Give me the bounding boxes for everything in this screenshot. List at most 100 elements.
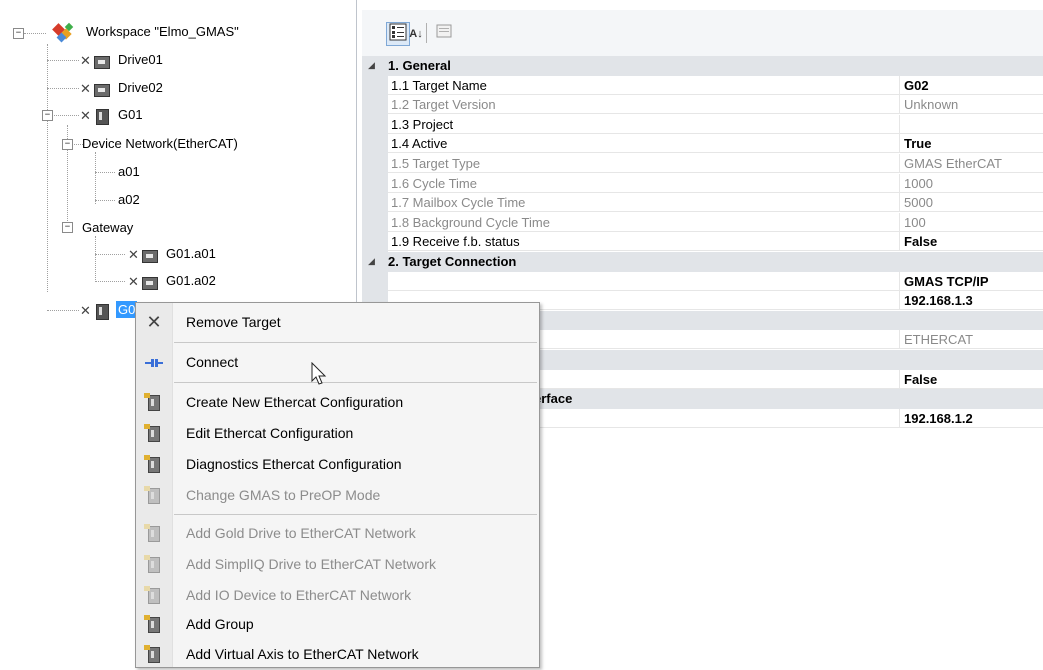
menu-item-diagnostics-ethercat-configuration[interactable]: Diagnostics Ethercat Configuration — [136, 449, 539, 480]
menu-item-add-group[interactable]: Add Group — [136, 609, 539, 640]
workspace-icon — [52, 22, 76, 43]
menu-item-label: Create New Ethercat Configuration — [186, 394, 404, 410]
property-row[interactable]: 1.5 Target Type GMAS EtherCAT — [362, 153, 1043, 174]
property-pages-button[interactable] — [432, 22, 456, 46]
menu-item-edit-ethercat-configuration[interactable]: Edit Ethercat Configuration — [136, 418, 539, 449]
tree-node-a01[interactable]: a01 — [116, 162, 142, 182]
tree-node-drive02[interactable]: ✕ Drive02 — [80, 78, 165, 98]
property-value: 100 — [900, 213, 1043, 232]
collapse-device-network-toggle[interactable]: − — [62, 139, 73, 150]
sort-az-icon: A↓ — [409, 28, 423, 40]
preop-mode-icon — [139, 480, 169, 511]
property-row[interactable]: 1.7 Mailbox Cycle Time 5000 — [362, 193, 1043, 214]
collapse-gateway-toggle[interactable]: − — [62, 222, 73, 233]
tree-node-label: a02 — [118, 192, 140, 207]
menu-item-remove-target[interactable]: ✕ Remove Target — [136, 307, 539, 338]
property-row[interactable]: GMAS TCP/IP — [362, 271, 1043, 292]
menu-separator — [174, 514, 537, 515]
menu-item-add-io-device[interactable]: Add IO Device to EtherCAT Network — [136, 580, 539, 611]
menu-item-add-virtual-axis[interactable]: Add Virtual Axis to EtherCAT Network — [136, 639, 539, 670]
property-value: 1000 — [900, 174, 1043, 193]
property-name: 1.9 Receive f.b. status — [388, 232, 900, 252]
property-value[interactable]: GMAS TCP/IP — [900, 272, 1043, 291]
property-row[interactable]: 1.6 Cycle Time 1000 — [362, 173, 1043, 194]
property-name: 1.8 Background Cycle Time — [388, 212, 900, 232]
property-value: Unknown — [900, 95, 1043, 115]
menu-item-create-new-ethercat-configuration[interactable]: Create New Ethercat Configuration — [136, 387, 539, 418]
property-row[interactable]: 1.3 Project — [362, 114, 1043, 135]
menu-item-label: Add Virtual Axis to EtherCAT Network — [186, 646, 419, 662]
property-name: 1.7 Mailbox Cycle Time — [388, 193, 900, 213]
category-general[interactable]: ◢ 1. General — [362, 56, 1043, 76]
collapse-triangle-icon[interactable]: ◢ — [368, 252, 375, 272]
tree-node-label: Drive01 — [118, 52, 163, 67]
tree-node-label: G01.a01 — [166, 246, 216, 261]
property-name: 1.1 Target Name — [388, 75, 900, 95]
context-menu[interactable]: ✕ Remove Target Connect Create New Ether… — [135, 302, 540, 668]
sort-az-button[interactable]: A↓ — [404, 22, 428, 46]
property-value: 5000 — [900, 193, 1043, 213]
ethercat-config-icon — [139, 387, 169, 418]
tree-node-gateway[interactable]: Gateway — [80, 218, 135, 238]
tree-node-g02[interactable]: ✕ G0 — [80, 300, 138, 320]
tree-node-a02[interactable]: a02 — [116, 190, 142, 210]
menu-item-connect[interactable]: Connect — [136, 347, 539, 378]
drive-icon: ✕ — [80, 53, 112, 69]
property-row[interactable]: 1.8 Background Cycle Time 100 — [362, 212, 1043, 233]
mouse-pointer-icon — [311, 362, 327, 385]
add-drive-icon — [139, 518, 169, 549]
tree-node-g01-a02[interactable]: ✕ G01.a02 — [128, 271, 218, 291]
property-name: 1.2 Target Version — [388, 95, 900, 115]
property-row[interactable]: 1.9 Receive f.b. status False — [362, 232, 1043, 253]
ethercat-config-icon — [139, 418, 169, 449]
menu-item-label: Add SimplIQ Drive to EtherCAT Network — [186, 556, 437, 572]
menu-item-label: Edit Ethercat Configuration — [186, 425, 354, 441]
property-value[interactable]: False — [900, 232, 1043, 252]
tree-node-label: a01 — [118, 164, 140, 179]
menu-item-label: Add IO Device to EtherCAT Network — [186, 587, 412, 603]
menu-item-change-gmas-to-preop-mode[interactable]: Change GMAS to PreOP Mode — [136, 480, 539, 511]
tree-line — [95, 281, 125, 282]
menu-item-add-simpliq-drive[interactable]: Add SimplIQ Drive to EtherCAT Network — [136, 549, 539, 580]
tree-node-workspace[interactable]: Workspace "Elmo_GMAS" — [52, 22, 241, 43]
property-row[interactable]: 1.4 Active True — [362, 134, 1043, 155]
tree-line — [54, 115, 79, 116]
menu-separator — [174, 342, 537, 343]
collapse-workspace-toggle[interactable]: − — [13, 28, 24, 39]
property-value[interactable]: True — [900, 134, 1043, 154]
tree-node-g01[interactable]: ✕ G01 — [80, 105, 145, 125]
property-name — [388, 271, 900, 291]
property-name: 1.4 Active — [388, 134, 900, 154]
tree-node-label: Device Network(EtherCAT) — [82, 136, 238, 151]
tree-node-drive01[interactable]: ✕ Drive01 — [80, 50, 165, 70]
property-name: 1.6 Cycle Time — [388, 173, 900, 193]
menu-item-label: Diagnostics Ethercat Configuration — [186, 456, 402, 472]
category-target-connection[interactable]: ◢ 2. Target Connection — [362, 251, 1043, 272]
menu-separator — [174, 382, 537, 383]
property-value[interactable]: False — [900, 370, 1043, 389]
gmas-target-icon: ✕ — [80, 108, 112, 125]
tree-node-g01-a01[interactable]: ✕ G01.a01 — [128, 244, 218, 264]
tree-line — [95, 236, 96, 282]
property-value[interactable]: G02 — [900, 76, 1043, 95]
property-row[interactable]: 1.1 Target Name G02 — [362, 75, 1043, 96]
tree-node-device-network[interactable]: Device Network(EtherCAT) — [80, 134, 240, 154]
tree-line — [95, 152, 96, 204]
property-value[interactable]: 192.168.1.2 — [900, 409, 1043, 428]
tree-node-label: Drive02 — [118, 80, 163, 95]
property-value[interactable]: 192.168.1.3 — [900, 291, 1043, 311]
property-value[interactable] — [900, 115, 1043, 134]
collapse-g01-toggle[interactable]: − — [42, 110, 53, 121]
property-row[interactable]: 1.2 Target Version Unknown — [362, 95, 1043, 116]
tree-line — [95, 172, 115, 173]
menu-item-label: Add Group — [186, 616, 254, 632]
category-title: 1. General — [388, 58, 451, 73]
collapse-triangle-icon[interactable]: ◢ — [368, 56, 375, 76]
menu-item-label: Connect — [186, 354, 239, 370]
add-virtual-axis-icon — [139, 639, 169, 670]
tree-line — [47, 44, 48, 292]
property-name: 1.5 Target Type — [388, 153, 900, 173]
toolbar-separator — [426, 23, 427, 43]
menu-item-add-gold-drive[interactable]: Add Gold Drive to EtherCAT Network — [136, 518, 539, 549]
ethercat-config-icon — [139, 449, 169, 480]
